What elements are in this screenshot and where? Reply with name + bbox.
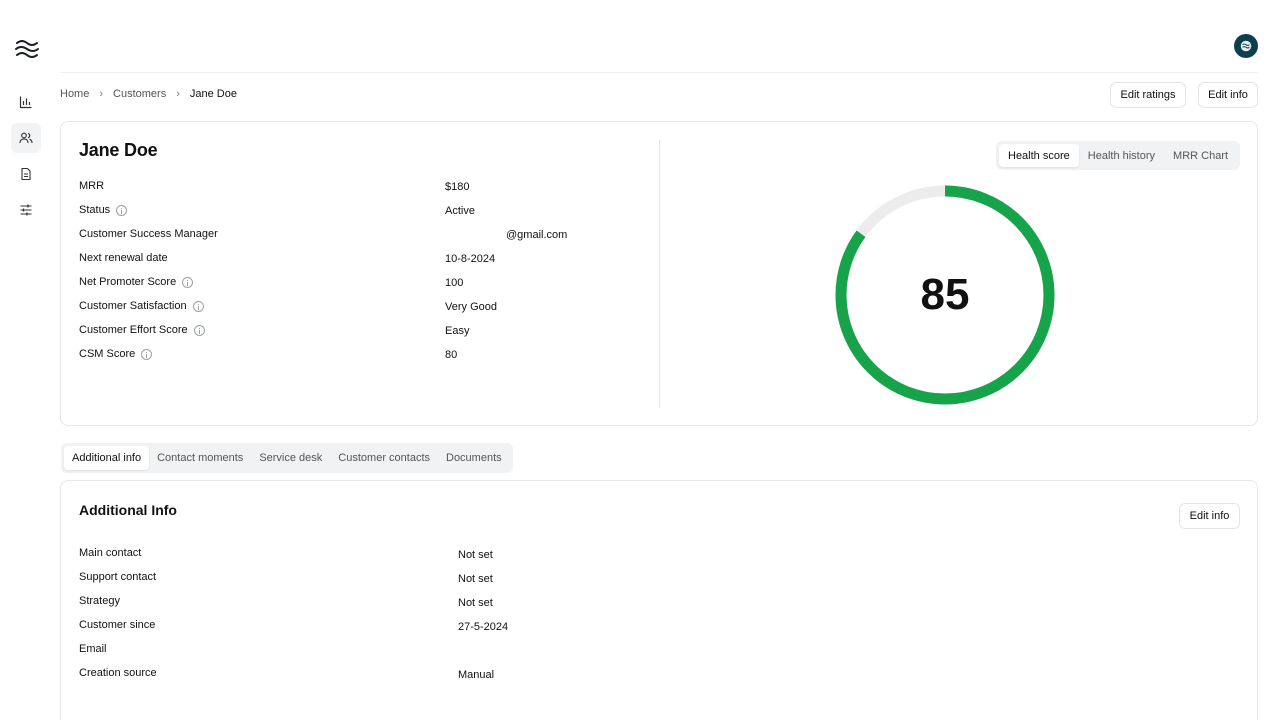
breadcrumb-home[interactable]: Home: [60, 88, 89, 100]
sidebar-item-customers[interactable]: [11, 123, 41, 153]
breadcrumb-customers[interactable]: Customers: [113, 88, 166, 100]
field-label-text: Customer Effort Score: [79, 324, 188, 336]
field-value: $180: [445, 181, 470, 193]
tab-health-history[interactable]: Health history: [1079, 144, 1164, 167]
customer-name: Jane Doe: [79, 140, 158, 160]
sliders-icon: [20, 204, 32, 216]
additional-info-title: Additional Info: [79, 502, 177, 518]
sidebar: [0, 0, 52, 720]
field-label-text: MRR: [79, 180, 105, 192]
field-label: Next renewal date: [79, 252, 168, 264]
field-value: 10-8-2024: [445, 253, 496, 265]
bar-chart-icon: [19, 96, 32, 109]
field-label: MRR: [79, 180, 104, 192]
field-label: Status: [79, 204, 128, 216]
header-divider: [60, 72, 1258, 73]
tab-customer-contacts[interactable]: Customer contacts: [330, 446, 438, 470]
field-value: 80: [445, 349, 458, 361]
info-icon[interactable]: [116, 204, 128, 216]
field-value: Very Good: [445, 301, 497, 313]
field-label: Customer Effort Score: [79, 324, 205, 336]
score-view-tabs: Health score Health history MRR Chart: [996, 141, 1241, 170]
tab-additional-info[interactable]: Additional info: [64, 446, 150, 470]
info-icon[interactable]: [141, 348, 153, 360]
field-value: 100: [445, 277, 464, 289]
info-field-label: Strategy: [79, 595, 120, 607]
edit-ratings-button[interactable]: Edit ratings: [1110, 82, 1186, 108]
field-label: Customer Success Manager: [79, 228, 218, 240]
users-icon: [19, 132, 33, 144]
field-label-text: Net Promoter Score: [79, 276, 177, 288]
tab-health-score[interactable]: Health score: [999, 144, 1079, 167]
avatar-logo-icon: [1240, 40, 1252, 52]
sidebar-item-dashboard[interactable]: [11, 87, 41, 117]
info-field-label: Email: [79, 643, 107, 655]
field-label: CSM Score: [79, 348, 153, 360]
sidebar-item-documents[interactable]: [11, 159, 41, 189]
info-icon[interactable]: [192, 300, 204, 312]
field-value: @gmail.com: [506, 229, 568, 241]
info-field-value: Not set: [458, 597, 493, 609]
tab-mrr-chart[interactable]: MRR Chart: [1164, 144, 1237, 167]
info-field-label: Customer since: [79, 619, 156, 631]
edit-info-button[interactable]: Edit info: [1198, 82, 1258, 108]
chevron-right-icon: ›: [99, 88, 104, 100]
tab-contact-moments[interactable]: Contact moments: [149, 446, 251, 470]
info-icon[interactable]: [193, 324, 205, 336]
waves-logo-icon[interactable]: [14, 38, 40, 60]
field-label: Customer Satisfaction: [79, 300, 204, 312]
field-value: Easy: [445, 325, 470, 337]
info-field-value: 27-5-2024: [458, 621, 509, 633]
avatar[interactable]: [1234, 34, 1258, 58]
field-label-text: CSM Score: [79, 348, 136, 360]
document-icon: [21, 167, 31, 181]
tab-documents[interactable]: Documents: [438, 446, 510, 470]
info-field-label: Support contact: [79, 571, 157, 583]
field-label: Net Promoter Score: [79, 276, 194, 288]
health-score-value: 85: [920, 270, 970, 319]
field-label-text: Customer Success Manager: [79, 228, 218, 240]
info-icon[interactable]: [182, 276, 194, 288]
field-value: Active: [445, 205, 475, 217]
info-field-label: Creation source: [79, 667, 157, 679]
additional-edit-info-button[interactable]: Edit info: [1179, 503, 1240, 529]
field-label-text: Status: [79, 204, 111, 216]
breadcrumb-current: Jane Doe: [189, 88, 237, 100]
sidebar-item-settings[interactable]: [11, 195, 41, 225]
card-divider: [659, 140, 660, 408]
info-field-value: Not set: [458, 573, 493, 585]
info-field-label: Main contact: [79, 547, 142, 559]
tab-service-desk[interactable]: Service desk: [251, 446, 330, 470]
detail-tabs: Additional info Contact moments Service …: [61, 443, 513, 473]
field-label-text: Next renewal date: [79, 252, 168, 264]
chevron-right-icon: ›: [176, 88, 180, 100]
breadcrumb: Home › Customers › Jane Doe: [60, 88, 237, 100]
additional-info-card: Additional Info Edit info Main contact No…: [60, 480, 1258, 720]
field-label-text: Customer Satisfaction: [79, 300, 187, 312]
info-field-value: Not set: [458, 549, 493, 561]
customer-overview-card: Jane Doe MRR $180 Status Active Customer Suc…: [60, 121, 1258, 426]
info-field-value: Manual: [458, 669, 495, 681]
